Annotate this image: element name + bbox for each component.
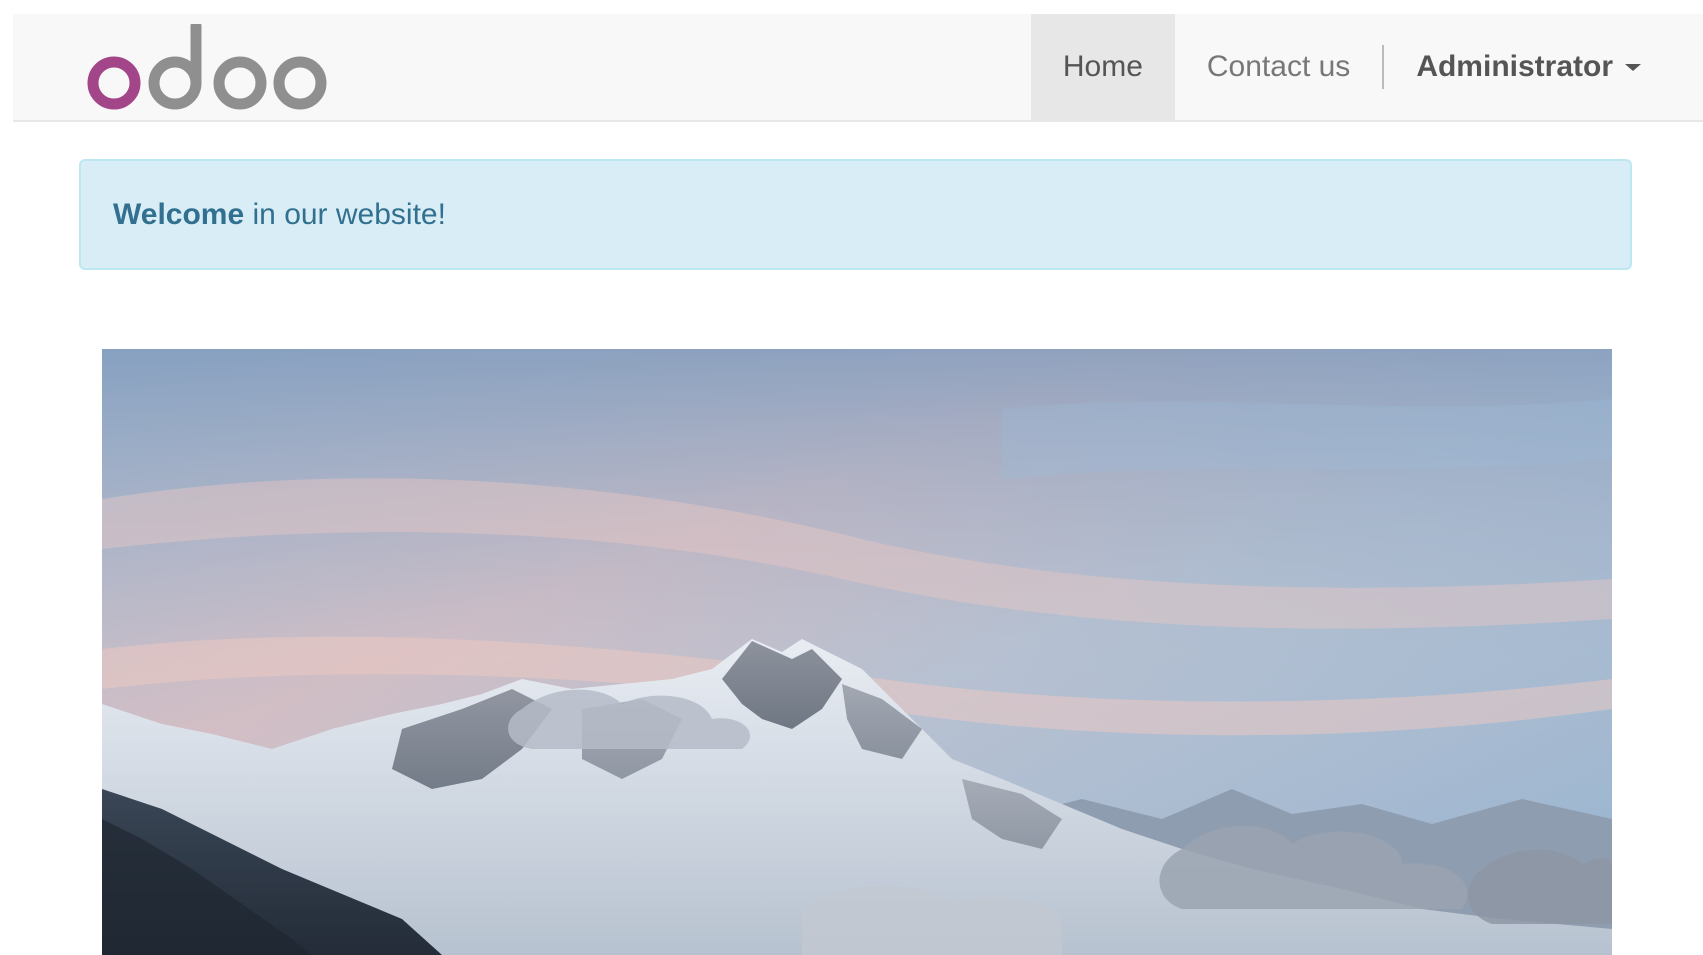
alert-strong-text: Welcome bbox=[113, 197, 245, 231]
alert-text: in our website! bbox=[244, 197, 446, 231]
hero-mountain-image bbox=[102, 349, 1612, 955]
menu-item-contact-us[interactable]: Contact us bbox=[1175, 14, 1382, 120]
mountain-landscape-image bbox=[102, 349, 1612, 955]
welcome-alert: Welcome in our website! bbox=[79, 159, 1632, 270]
odoo-logo-icon bbox=[87, 24, 327, 110]
website-page: Home Contact us Administrator Welcome in… bbox=[0, 0, 1703, 955]
user-menu-dropdown[interactable]: Administrator bbox=[1384, 14, 1703, 120]
menu-item-label: Home bbox=[1062, 50, 1143, 83]
user-name: Administrator bbox=[1416, 50, 1613, 83]
menu-item-home[interactable]: Home bbox=[1030, 14, 1175, 120]
top-navbar: Home Contact us Administrator bbox=[13, 14, 1703, 122]
main-menu: Home Contact us Administrator bbox=[1030, 14, 1703, 120]
caret-down-icon bbox=[1625, 63, 1641, 71]
odoo-logo[interactable] bbox=[87, 24, 347, 114]
menu-item-label: Contact us bbox=[1206, 50, 1351, 83]
